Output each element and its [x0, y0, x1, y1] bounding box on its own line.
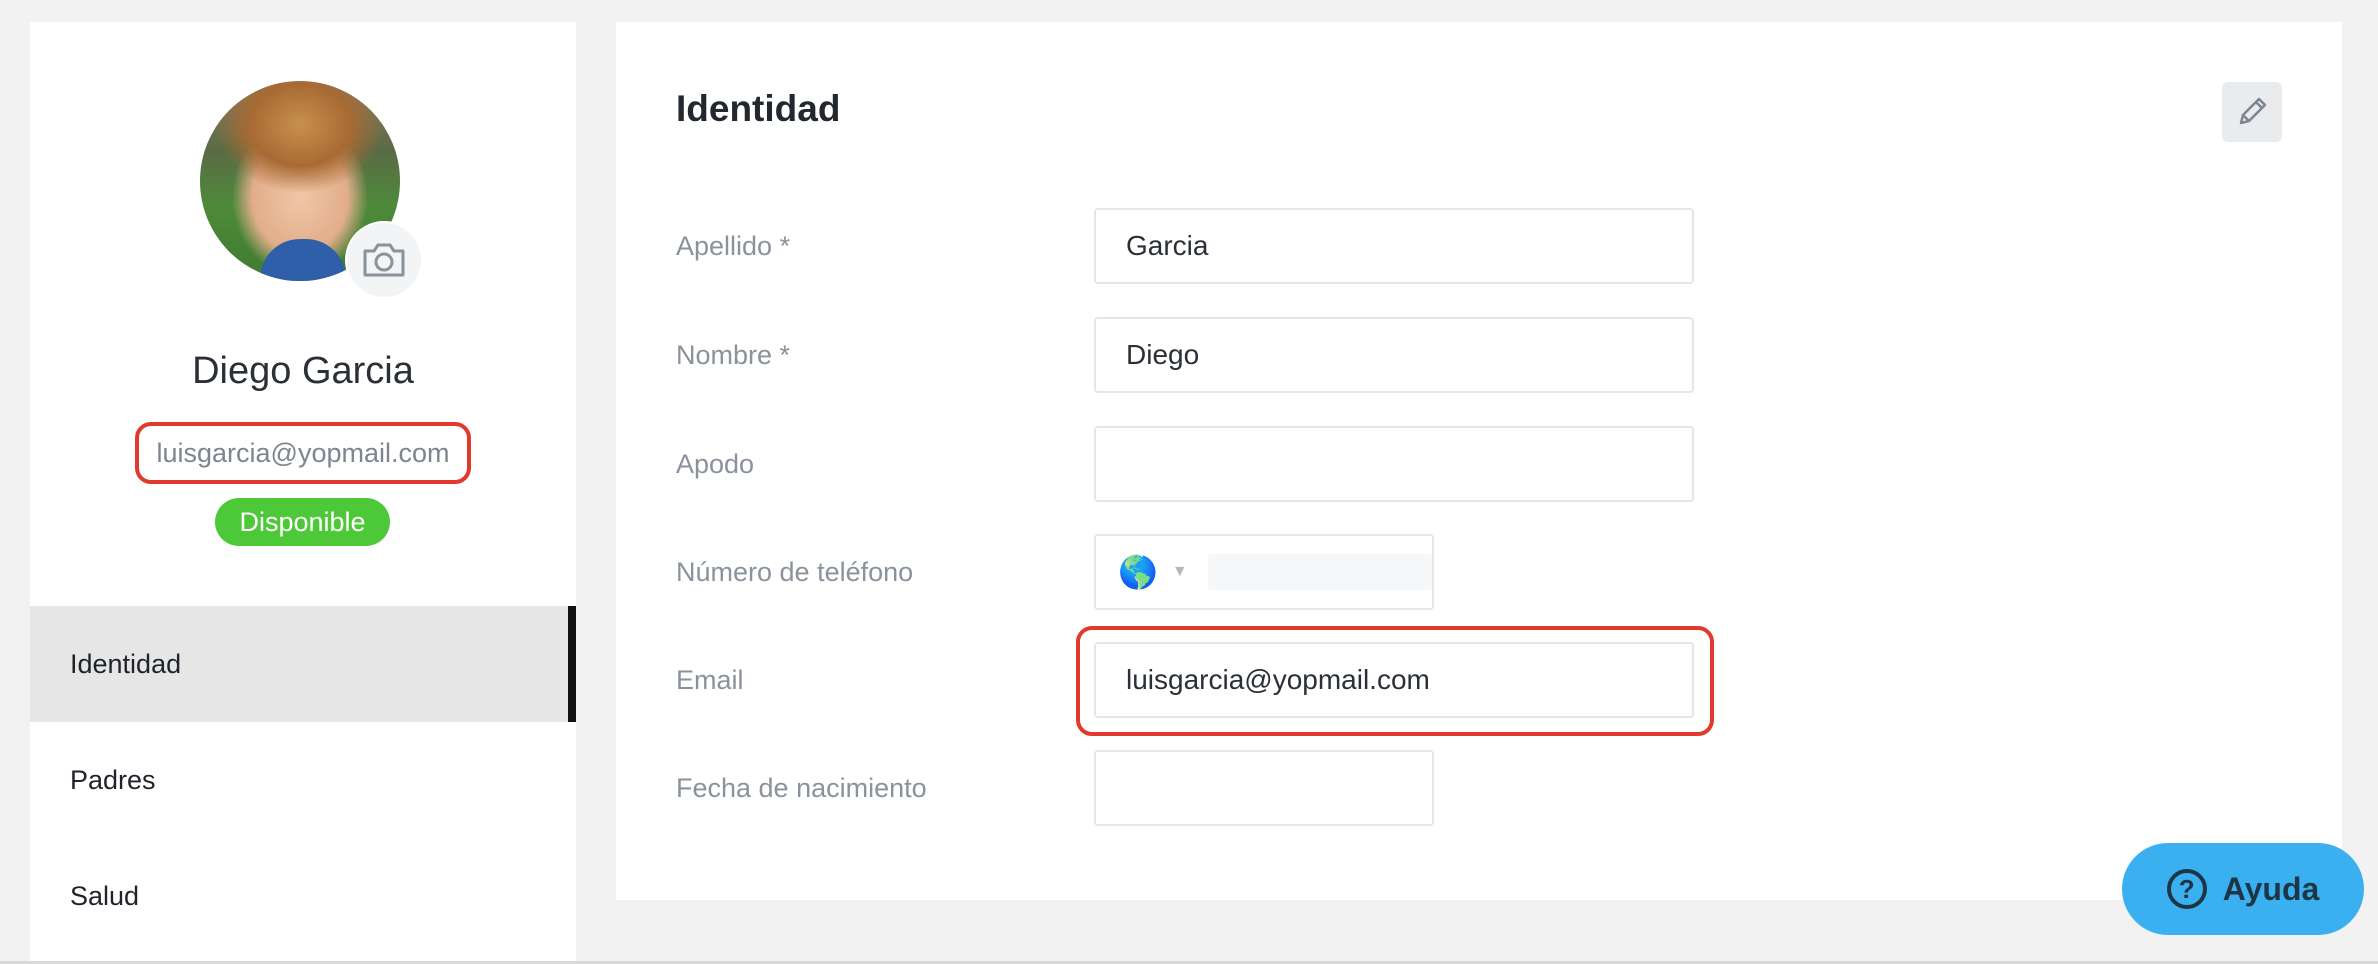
fecha-nacimiento-label: Fecha de nacimiento [676, 772, 927, 803]
form-row-apellido: Apellido * Garcia [616, 208, 2342, 284]
nombre-label: Nombre * [676, 339, 791, 370]
edit-button[interactable] [2222, 82, 2282, 142]
globe-icon[interactable]: 🌎 [1118, 556, 1158, 588]
profile-email: luisgarcia@yopmail.com [135, 422, 471, 484]
apellido-label: Apellido * [676, 230, 791, 261]
help-label: Ayuda [2222, 870, 2320, 907]
identity-panel: Identidad Apellido * Garcia Nombre * Die… [616, 22, 2342, 900]
sidebar-item-label: Identidad [70, 648, 182, 679]
profile-name: Diego Garcia [192, 350, 414, 392]
camera-icon [363, 243, 405, 277]
form-row-apodo: Apodo [616, 426, 2342, 502]
apodo-label: Apodo [676, 448, 755, 479]
help-button[interactable]: ? Ayuda [2122, 843, 2364, 935]
sidebar-item-salud[interactable]: Salud [30, 838, 576, 954]
chevron-down-icon[interactable]: ▼ [1172, 563, 1188, 581]
sidebar-item-label: Salud [70, 880, 140, 911]
apodo-field[interactable] [1094, 426, 1694, 502]
form-row-fecha: Fecha de nacimiento [616, 750, 2342, 826]
form-row-email: Email luisgarcia@yopmail.com [616, 626, 2342, 736]
email-field[interactable]: luisgarcia@yopmail.com [1094, 642, 1694, 718]
nombre-field[interactable]: Diego [1094, 317, 1694, 393]
avatar-container [200, 81, 423, 299]
page-title: Identidad [676, 88, 841, 129]
help-icon: ? [2166, 869, 2207, 909]
email-label: Email [676, 664, 744, 695]
profile-sidebar: Diego Garcia luisgarcia@yopmail.com Disp… [30, 22, 576, 964]
sidebar-item-label: Padres [70, 764, 156, 795]
pencil-icon [2239, 97, 2267, 125]
sidebar-nav: Identidad Padres Salud [30, 606, 576, 954]
change-photo-button[interactable] [345, 221, 423, 299]
telefono-label: Número de teléfono [676, 556, 914, 587]
sidebar-item-identidad[interactable]: Identidad [30, 606, 576, 722]
sidebar-item-padres[interactable]: Padres [30, 722, 576, 838]
status-badge: Disponible [215, 498, 390, 546]
apellido-field[interactable]: Garcia [1094, 208, 1694, 284]
fecha-nacimiento-field[interactable] [1094, 750, 1434, 826]
phone-number-input[interactable] [1207, 554, 1432, 590]
form-row-nombre: Nombre * Diego [616, 317, 2342, 393]
phone-field: 🌎 ▼ [1094, 534, 1434, 610]
form-row-telefono: Número de teléfono 🌎 ▼ [616, 534, 2342, 610]
